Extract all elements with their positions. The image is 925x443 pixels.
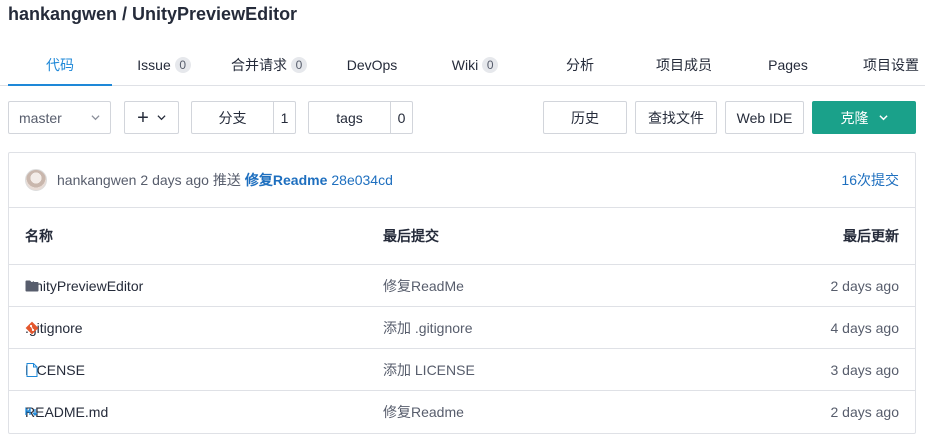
- last-commit-bar: hankangwen 2 days ago 推送 修复Readme 28e034…: [9, 153, 915, 208]
- tab-label: Pages: [768, 56, 808, 73]
- file-name-cell[interactable]: UnityPreviewEditor: [25, 278, 143, 294]
- file-updated-time: 2 days ago: [830, 404, 900, 420]
- markdown-icon: [25, 405, 39, 419]
- branch-select-value: master: [19, 109, 62, 126]
- tab-count-badge: 0: [174, 56, 191, 73]
- file-browser: hankangwen 2 days ago 推送 修复Readme 28e034…: [8, 152, 916, 434]
- branches-button[interactable]: 分支 1: [191, 101, 296, 134]
- clone-button[interactable]: 克隆: [812, 101, 916, 134]
- plus-icon: +: [137, 106, 149, 129]
- commit-author[interactable]: hankangwen: [57, 172, 136, 188]
- tab-label: 合并请求: [231, 56, 287, 73]
- commit-count-link[interactable]: 16次提交: [841, 170, 899, 190]
- header-last-update: 最后更新: [843, 228, 899, 244]
- tab-members[interactable]: 项目成员: [644, 44, 724, 85]
- avatar[interactable]: [25, 169, 47, 191]
- file-updated-time: 4 days ago: [830, 319, 900, 336]
- table-row[interactable]: LICENSE 添加 LICENSE 3 days ago: [9, 349, 915, 391]
- file-commit-message[interactable]: 添加 LICENSE: [383, 360, 475, 380]
- tab-pages[interactable]: Pages: [756, 44, 820, 85]
- tab-label: 分析: [566, 56, 594, 73]
- add-dropdown-button[interactable]: +: [124, 101, 179, 134]
- tags-count: 0: [390, 102, 412, 133]
- clone-label: 克隆: [840, 109, 869, 126]
- header-last-commit: 最后提交: [383, 228, 439, 244]
- table-header: 名称 最后提交 最后更新: [9, 208, 915, 265]
- file-commit-message[interactable]: 修复Readme: [383, 402, 464, 422]
- table-row[interactable]: UnityPreviewEditor 修复ReadMe 2 days ago: [9, 265, 915, 307]
- find-file-button[interactable]: 查找文件: [635, 101, 717, 134]
- tab-code[interactable]: 代码: [8, 44, 112, 86]
- file-updated-time: 3 days ago: [830, 361, 900, 378]
- chevron-down-icon: [878, 115, 888, 121]
- tab-label: Wiki: [451, 56, 479, 73]
- branch-select[interactable]: master: [8, 101, 111, 134]
- tab-label: 项目成员: [656, 56, 712, 73]
- chevron-down-icon: [91, 115, 100, 121]
- find-file-label: 查找文件: [648, 109, 704, 126]
- tab-issue[interactable]: Issue 0: [124, 44, 204, 85]
- history-button[interactable]: 历史: [543, 101, 627, 134]
- file-commit-message[interactable]: 添加 .gitignore: [383, 318, 472, 338]
- repo-tabs: 代码 Issue 0 合并请求 0 DevOps Wiki 0 分析 项目成员 …: [0, 44, 925, 86]
- header-name: 名称: [25, 228, 53, 244]
- branches-count: 1: [273, 102, 295, 133]
- folder-icon: [25, 279, 39, 293]
- repo-title[interactable]: hankangwen / UnityPreviewEditor: [8, 4, 297, 25]
- commit-action: 推送: [212, 172, 241, 188]
- tab-devops[interactable]: DevOps: [334, 44, 410, 85]
- chevron-down-icon: [157, 115, 166, 121]
- table-row[interactable]: README.md 修复Readme 2 days ago: [9, 391, 915, 433]
- file-name-cell[interactable]: LICENSE: [25, 362, 85, 378]
- branches-label: 分支: [218, 109, 247, 126]
- tab-settings[interactable]: 项目设置: [854, 44, 925, 85]
- file-name-cell[interactable]: .gitignore: [25, 320, 83, 336]
- tab-label: 代码: [46, 56, 74, 73]
- tab-label: 项目设置: [863, 56, 919, 73]
- commit-time: 2 days ago: [140, 172, 209, 188]
- commit-message-link[interactable]: 修复Readme: [245, 170, 327, 190]
- web-ide-label: Web IDE: [736, 109, 793, 126]
- history-label: 历史: [571, 109, 599, 126]
- tab-analysis[interactable]: 分析: [548, 44, 612, 85]
- file-icon: [25, 362, 39, 377]
- commit-hash-link[interactable]: 28e034cd: [331, 172, 393, 188]
- table-row[interactable]: .gitignore 添加 .gitignore 4 days ago: [9, 307, 915, 349]
- tags-button[interactable]: tags 0: [308, 101, 413, 134]
- web-ide-button[interactable]: Web IDE: [725, 101, 804, 134]
- tags-label: tags: [336, 109, 363, 126]
- tab-label: Issue: [137, 56, 171, 73]
- tab-label: DevOps: [346, 56, 398, 73]
- file-updated-time: 2 days ago: [830, 277, 900, 294]
- file-name: UnityPreviewEditor: [25, 277, 144, 294]
- git-icon: [25, 321, 39, 335]
- tab-count-badge: 0: [291, 56, 307, 73]
- tab-wiki[interactable]: Wiki 0: [440, 44, 510, 85]
- tab-merge-requests[interactable]: 合并请求 0: [222, 44, 316, 85]
- tab-count-badge: 0: [482, 56, 499, 73]
- file-commit-message[interactable]: 修复ReadMe: [383, 276, 464, 296]
- file-name-cell[interactable]: README.md: [25, 404, 108, 420]
